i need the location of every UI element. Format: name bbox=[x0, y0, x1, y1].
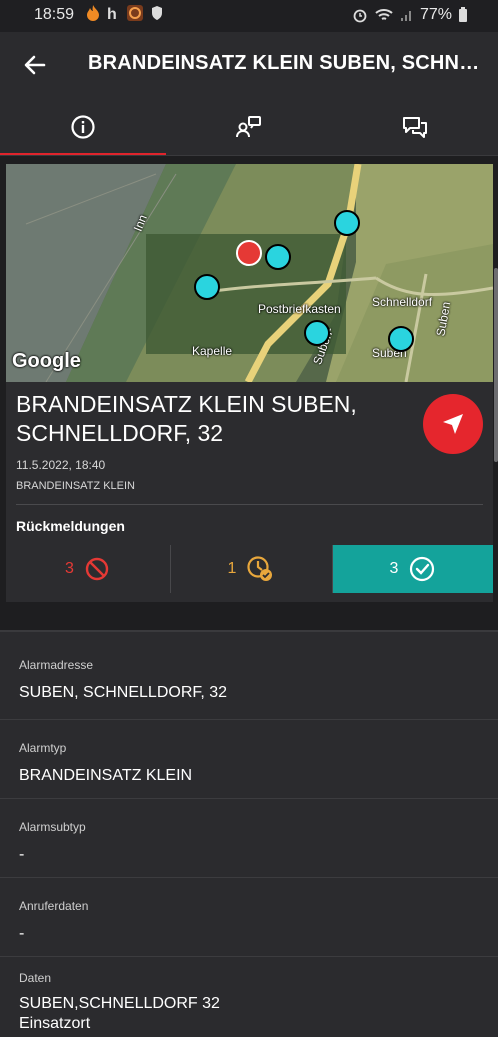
responder-pin[interactable] bbox=[388, 326, 414, 352]
detail-value: - bbox=[19, 846, 25, 863]
detail-row-alarmtype: Alarmtyp BRANDEINSATZ KLEIN bbox=[0, 720, 498, 799]
later-count: 1 bbox=[227, 560, 237, 577]
flame-icon bbox=[87, 5, 99, 21]
detail-value: - bbox=[19, 925, 25, 942]
responder-pin[interactable] bbox=[334, 210, 360, 236]
scrollbar[interactable] bbox=[494, 268, 498, 462]
detail-value: SUBEN,SCHNELLDORF 32 bbox=[19, 995, 220, 1012]
detail-value-secondary: Einsatzort bbox=[19, 1015, 91, 1032]
clock-check-icon bbox=[247, 556, 273, 581]
detail-label: Alarmsubtyp bbox=[19, 820, 86, 834]
person-map-icon bbox=[236, 116, 261, 138]
detail-row-data: Daten SUBEN,SCHNELLDORF 32 Einsatzort bbox=[0, 957, 498, 1037]
detail-label: Alarmtyp bbox=[19, 741, 67, 755]
tab-bar bbox=[0, 98, 498, 156]
detail-row-caller: Anruferdaten - bbox=[0, 878, 498, 957]
arrow-left-icon bbox=[24, 55, 46, 75]
alarm-card: Inn Postbriefkasten Schnelldorf Suben Su… bbox=[6, 164, 493, 602]
detail-label: Alarmadresse bbox=[19, 658, 94, 672]
status-time: 18:59 bbox=[34, 6, 75, 23]
tab-chat[interactable] bbox=[332, 98, 498, 156]
chat-icon bbox=[403, 117, 427, 138]
battery-icon bbox=[459, 7, 467, 22]
navigation-arrow-icon bbox=[443, 414, 463, 434]
battery-percent: 77% bbox=[419, 6, 452, 23]
tab-responders[interactable] bbox=[166, 98, 332, 156]
accepted-button[interactable]: 3 bbox=[333, 545, 493, 593]
declined-count: 3 bbox=[65, 560, 74, 577]
declined-button[interactable]: 3 bbox=[6, 545, 169, 593]
info-icon bbox=[71, 115, 95, 139]
responder-pin[interactable] bbox=[304, 320, 330, 346]
later-button[interactable]: 1 bbox=[171, 545, 331, 593]
detail-value: BRANDEINSATZ KLEIN bbox=[19, 767, 193, 784]
tab-info[interactable] bbox=[0, 98, 166, 156]
map-label-schnelldorf: Schnelldorf bbox=[372, 295, 433, 309]
back-button[interactable] bbox=[20, 50, 50, 80]
responder-pin[interactable] bbox=[265, 244, 291, 270]
accepted-count: 3 bbox=[389, 560, 399, 577]
system-icons: 77% bbox=[352, 6, 468, 24]
responses-heading: Rückmeldungen bbox=[16, 518, 125, 534]
alarm-datetime: 11.5.2022, 18:40 bbox=[16, 458, 106, 472]
alarm-details-list: Alarmadresse SUBEN, SCHNELLDORF, 32 Alar… bbox=[0, 632, 498, 1037]
detail-label: Daten bbox=[19, 971, 52, 985]
alarm-type: BRANDEINSATZ KLEIN bbox=[16, 480, 135, 492]
detail-row-address: Alarmadresse SUBEN, SCHNELLDORF, 32 bbox=[0, 632, 498, 720]
check-circle-icon bbox=[410, 556, 435, 582]
fire-location-pin[interactable] bbox=[236, 240, 262, 266]
cancel-circle-icon bbox=[85, 557, 109, 581]
target-app-icon bbox=[127, 5, 143, 21]
alarm-title: BRANDEINSATZ KLEIN SUBEN, SCHNELLDORF, 3… bbox=[16, 391, 357, 446]
map-label-kapelle: Kapelle bbox=[192, 344, 233, 358]
alarm-icon bbox=[353, 9, 367, 23]
detail-value: SUBEN, SCHNELLDORF, 32 bbox=[19, 684, 228, 701]
map-label-postbriefkasten: Postbriefkasten bbox=[258, 302, 341, 316]
responder-pin[interactable] bbox=[194, 274, 220, 300]
app-bar: BRANDEINSATZ KLEIN SUBEN, SCHNELLDORF, 3… bbox=[0, 32, 498, 98]
wifi-icon bbox=[375, 9, 393, 20]
status-bar: 18:59 h 77% bbox=[0, 0, 498, 32]
page-title: BRANDEINSATZ KLEIN SUBEN, SCHNELLDORF, 3… bbox=[88, 52, 486, 74]
shield-icon bbox=[152, 6, 162, 20]
signal-icon bbox=[400, 11, 411, 21]
google-logo: Google bbox=[12, 350, 81, 372]
notification-icons: h bbox=[86, 4, 164, 22]
h-app-icon: h bbox=[107, 6, 117, 22]
svg-text:h: h bbox=[107, 6, 117, 22]
detail-row-subtype: Alarmsubtyp - bbox=[0, 799, 498, 878]
detail-label: Anruferdaten bbox=[19, 899, 89, 913]
card-divider bbox=[16, 504, 483, 505]
map-view[interactable]: Inn Postbriefkasten Schnelldorf Suben Su… bbox=[6, 164, 493, 382]
navigate-button[interactable] bbox=[423, 394, 483, 454]
